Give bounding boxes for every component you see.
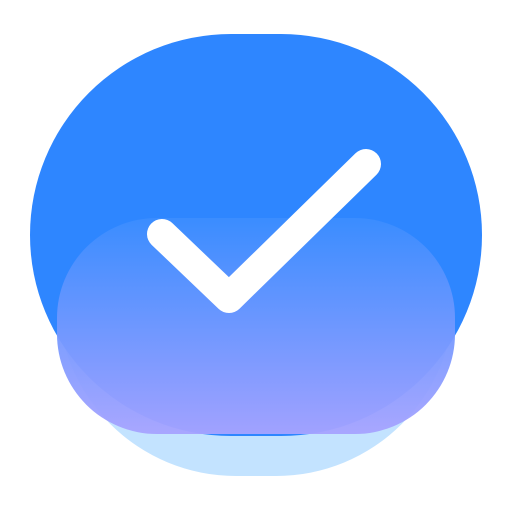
app-icon — [0, 0, 512, 512]
badge-front-overlay — [57, 218, 455, 434]
checkmark-badge — [30, 34, 482, 476]
